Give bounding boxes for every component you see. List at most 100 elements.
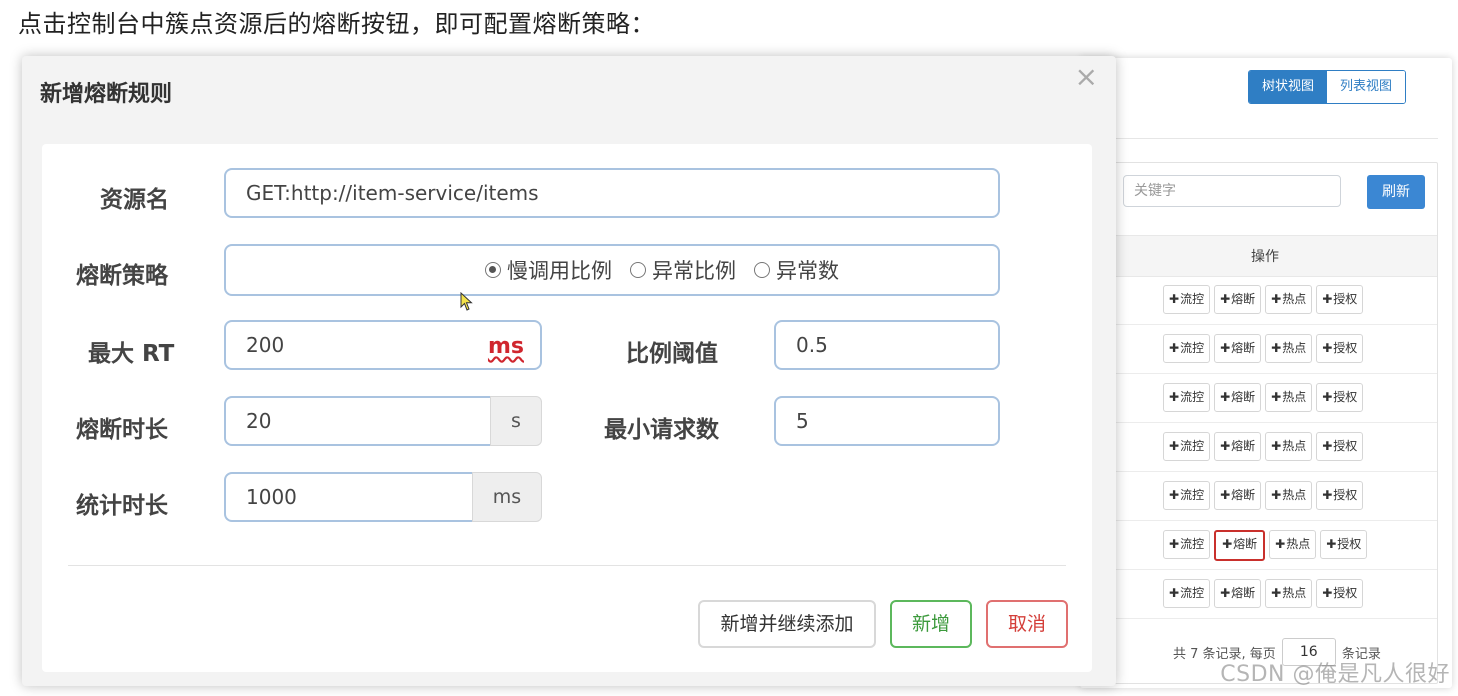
close-icon[interactable]: × [1075,60,1098,93]
cluster-resource-panel: 树状视图 列表视图 关键字 刷新 操作 ✚流控 ✚熔断 ✚热点 ✚授权 ✚流控 ✚熔断 ✚热… [1080,58,1452,688]
degrade-button[interactable]: ✚熔断 [1214,285,1262,314]
action-label: 熔断 [1231,292,1256,306]
break-duration-unit: s [490,396,542,446]
strategy-option-error-ratio[interactable]: 异常比例 [630,255,736,285]
dialog-body: 资源名 GET:http://item-service/items 熔断策略 慢… [42,144,1092,672]
plus-icon: ✚ [1271,439,1282,453]
break-duration-field[interactable]: 20 [224,396,490,446]
table-row: ✚流控 ✚熔断 ✚热点 ✚授权 [1111,275,1437,325]
resource-table: 关键字 刷新 操作 ✚流控 ✚熔断 ✚热点 ✚授权 ✚流控 ✚熔断 ✚热点 ✚授权 ✚流控 ✚熔断… [1110,162,1438,684]
hot-param-button[interactable]: ✚热点 [1265,432,1313,461]
plus-icon: ✚ [1271,488,1282,502]
plus-icon: ✚ [1271,390,1282,404]
authority-button[interactable]: ✚授权 [1316,481,1364,510]
hot-param-button[interactable]: ✚热点 [1269,530,1317,559]
row-actions: ✚流控 ✚熔断 ✚热点 ✚授权 [1163,334,1364,363]
plus-icon: ✚ [1275,537,1286,551]
plus-icon: ✚ [1220,390,1231,404]
row-actions: ✚流控 ✚熔断 ✚热点 ✚授权 [1163,285,1364,314]
break-duration-label: 熔断时长 [76,417,168,443]
flow-control-button[interactable]: ✚流控 [1163,285,1211,314]
max-rt-unit: ms [487,334,524,359]
degrade-button[interactable]: ✚熔断 [1214,579,1262,608]
action-label: 授权 [1333,341,1358,355]
action-label: 授权 [1337,537,1362,551]
degrade-button[interactable]: ✚熔断 [1214,334,1262,363]
action-label: 流控 [1180,439,1205,453]
add-and-continue-button[interactable]: 新增并继续添加 [698,600,876,648]
resource-name-label: 资源名 [100,187,169,213]
table-row: ✚流控 ✚熔断 ✚热点 ✚授权 [1111,324,1437,374]
cancel-button[interactable]: 取消 [986,600,1068,648]
authority-button[interactable]: ✚授权 [1316,579,1364,608]
hot-param-button[interactable]: ✚热点 [1265,481,1313,510]
row-actions: ✚流控 ✚熔断 ✚热点 ✚授权 [1163,579,1364,608]
plus-icon: ✚ [1222,537,1233,551]
stat-interval-group: 1000 ms [224,472,542,522]
row-actions: ✚流控 ✚熔断 ✚热点 ✚授权 [1163,432,1364,461]
action-label: 熔断 [1233,537,1258,551]
table-row: ✚流控 ✚熔断 ✚热点 ✚授权 [1111,569,1437,619]
action-label: 热点 [1282,439,1307,453]
authority-button[interactable]: ✚授权 [1316,285,1364,314]
hot-param-button[interactable]: ✚热点 [1265,334,1313,363]
flow-control-button[interactable]: ✚流控 [1163,432,1211,461]
plus-icon: ✚ [1220,488,1231,502]
authority-button[interactable]: ✚授权 [1316,383,1364,412]
plus-icon: ✚ [1220,292,1231,306]
list-view-button[interactable]: 列表视图 [1327,71,1406,103]
authority-button[interactable]: ✚授权 [1316,432,1364,461]
plus-icon: ✚ [1271,341,1282,355]
flow-control-button[interactable]: ✚流控 [1163,481,1211,510]
page-caption: 点击控制台中簇点资源后的熔断按钮，即可配置熔断策略： [18,10,655,38]
action-label: 热点 [1286,537,1311,551]
strategy-option-slow-ratio[interactable]: 慢调用比例 [385,255,612,285]
authority-button[interactable]: ✚授权 [1316,334,1364,363]
row-actions: ✚流控 ✚熔断 ✚热点 ✚授权 [1163,383,1364,412]
plus-icon: ✚ [1322,488,1333,502]
keyword-search-input[interactable]: 关键字 [1123,175,1341,207]
plus-icon: ✚ [1322,292,1333,306]
refresh-button[interactable]: 刷新 [1367,175,1425,209]
tree-view-button[interactable]: 树状视图 [1249,71,1328,103]
action-label: 流控 [1180,586,1205,600]
min-requests-field[interactable]: 5 [774,396,1000,446]
ratio-threshold-field[interactable]: 0.5 [774,320,1000,370]
max-rt-field[interactable]: 200 ms [224,320,542,370]
plus-icon: ✚ [1322,439,1333,453]
flow-control-button[interactable]: ✚流控 [1163,530,1211,559]
degrade-button[interactable]: ✚熔断 [1214,383,1262,412]
degrade-strategy-radio-group: 慢调用比例 异常比例 异常数 [224,244,1000,296]
flow-control-button[interactable]: ✚流控 [1163,579,1211,608]
action-label: 熔断 [1231,390,1256,404]
stat-interval-field[interactable]: 1000 [224,472,472,522]
action-label: 授权 [1333,292,1358,306]
degrade-button[interactable]: ✚熔断 [1214,530,1266,561]
flow-control-button[interactable]: ✚流控 [1163,383,1211,412]
hot-param-button[interactable]: ✚热点 [1265,579,1313,608]
plus-icon: ✚ [1169,292,1180,306]
panel-divider [1110,138,1438,139]
hot-param-button[interactable]: ✚热点 [1265,285,1313,314]
table-header: 操作 [1111,235,1437,277]
resource-name-field[interactable]: GET:http://item-service/items [224,168,1000,218]
degrade-button[interactable]: ✚熔断 [1214,481,1262,510]
plus-icon: ✚ [1169,390,1180,404]
add-button[interactable]: 新增 [890,600,972,648]
strategy-option-error-count[interactable]: 异常数 [754,255,839,285]
action-label: 熔断 [1231,586,1256,600]
plus-icon: ✚ [1169,341,1180,355]
authority-button[interactable]: ✚授权 [1320,530,1368,559]
action-label: 授权 [1333,439,1358,453]
degrade-strategy-label: 熔断策略 [76,263,168,289]
hot-param-button[interactable]: ✚热点 [1265,383,1313,412]
action-label: 热点 [1282,292,1307,306]
max-rt-value: 200 [246,333,285,357]
plus-icon: ✚ [1169,537,1180,551]
radio-unchecked-icon [630,262,646,278]
degrade-button[interactable]: ✚熔断 [1214,432,1262,461]
action-label: 熔断 [1231,341,1256,355]
flow-control-button[interactable]: ✚流控 [1163,334,1211,363]
action-label: 热点 [1282,390,1307,404]
action-label: 流控 [1180,488,1205,502]
